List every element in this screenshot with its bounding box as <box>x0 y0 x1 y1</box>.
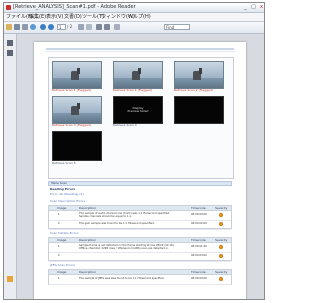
page-header-subrule <box>46 51 234 52</box>
thumbnail-6 <box>174 96 224 124</box>
group-label-2: Scan Details Errors <box>50 231 79 235</box>
thumbnail-caption-3: Retrieve Scan 2 (Flagged) <box>174 88 213 92</box>
adobe-reader-icon <box>6 5 11 10</box>
menu-help[interactable]: ヘルプ(H) <box>128 14 151 20</box>
page-header-rule <box>46 48 234 50</box>
thumbnail-caption-2: Retrieve Scan 1 (Flagged) <box>113 88 152 92</box>
thumbnail-caption-6: Retrieve Scan 5 <box>52 161 76 165</box>
thumbnail-1 <box>52 61 102 89</box>
fit-page-icon[interactable] <box>114 24 120 30</box>
toolbar: 1 / 2 Find <box>4 22 264 34</box>
reader-window: [Retrieve_ANALYSIS]_Scan#1.pdf - Adobe R… <box>3 2 265 300</box>
page-total: / 2 <box>67 24 73 29</box>
table-row: 1 The sample of JPEG was was found to be… <box>49 275 231 285</box>
thumbnail-grid: Retrieve Scan 1 (Flagged) Retrieve Scan … <box>48 57 234 179</box>
thumbnail-caption-1: Retrieve Scan 1 (Flagged) <box>52 88 91 92</box>
thumbnail-2 <box>113 61 163 89</box>
report-heading: Reading Errors <box>50 187 76 191</box>
severity-warning-icon <box>219 254 223 258</box>
thumbnail-7 <box>52 131 102 161</box>
save-icon[interactable] <box>14 24 20 30</box>
thumbnail-5: Display Preview failed <box>113 96 163 124</box>
page-number-input[interactable]: 1 <box>57 24 66 30</box>
document-area[interactable]: Retrieve Scan 1 (Flagged) Retrieve Scan … <box>17 34 264 299</box>
error-table-1: Image Description Timecode Severity 1 Th… <box>48 205 232 230</box>
group-label-1: Scan Description Errors <box>50 199 86 203</box>
severity-warning-icon <box>219 245 223 249</box>
maximize-button[interactable]: □ <box>250 4 257 10</box>
menu-document[interactable]: 文書(D) <box>64 14 82 20</box>
title-bar: [Retrieve_ANALYSIS]_Scan#1.pdf - Adobe R… <box>4 3 264 13</box>
pages-panel-icon[interactable] <box>7 40 13 46</box>
table-row: 2 00:00:03:00 <box>49 252 231 262</box>
navigation-panel <box>4 34 17 299</box>
thumbnail-caption-4: Retrieve Scan 3 (Flagged) <box>52 123 91 127</box>
thumbnail-caption-5: Retrieve Scan 4 <box>113 123 137 127</box>
print-icon[interactable] <box>22 24 28 30</box>
select-tool-icon[interactable] <box>78 24 84 30</box>
thumbnail-3 <box>174 61 224 89</box>
find-field[interactable]: Find <box>164 24 190 30</box>
window-title: [Retrieve_ANALYSIS]_Scan#1.pdf - Adobe R… <box>13 4 136 10</box>
email-icon[interactable] <box>30 24 36 30</box>
error-table-3: Image Description Timecode Severity 1 Th… <box>48 269 232 285</box>
comments-panel-icon[interactable] <box>7 276 13 282</box>
section-header: Table Scan <box>48 181 232 186</box>
severity-warning-icon <box>219 222 223 226</box>
hand-tool-icon[interactable] <box>86 24 92 30</box>
thumbnail-overlay-text: Display Preview failed <box>127 106 149 113</box>
close-button[interactable]: x <box>258 4 264 10</box>
error-table-2: Image Description Timecode Severity 1 Sa… <box>48 237 232 262</box>
report-subheading: Error: All (Reading) (4) <box>50 192 84 196</box>
previous-page-icon[interactable] <box>40 24 46 30</box>
thumbnail-4 <box>52 96 102 124</box>
zoom-out-icon[interactable] <box>96 24 102 30</box>
menu-bar: ファイル(F) 編集(E) 表示(V) 文書(D) ツール(T) ウィンドウ(W… <box>4 13 264 22</box>
severity-warning-icon <box>219 277 223 281</box>
group-label-3: JPEG Scan Errors <box>50 263 75 267</box>
menu-view[interactable]: 表示(V) <box>46 14 63 20</box>
menu-edit[interactable]: 編集(E) <box>29 14 46 20</box>
severity-warning-icon <box>219 213 223 217</box>
table-row: 2 The gain sample was found to be 1.1 Hz… <box>49 220 231 230</box>
next-page-icon[interactable] <box>48 24 54 30</box>
pdf-page: Retrieve Scan 1 (Flagged) Retrieve Scan … <box>34 42 246 299</box>
bookmarks-panel-icon[interactable] <box>7 50 13 56</box>
zoom-in-icon[interactable] <box>104 24 110 30</box>
open-icon[interactable] <box>6 24 12 30</box>
minimize-button[interactable]: _ <box>242 4 249 10</box>
